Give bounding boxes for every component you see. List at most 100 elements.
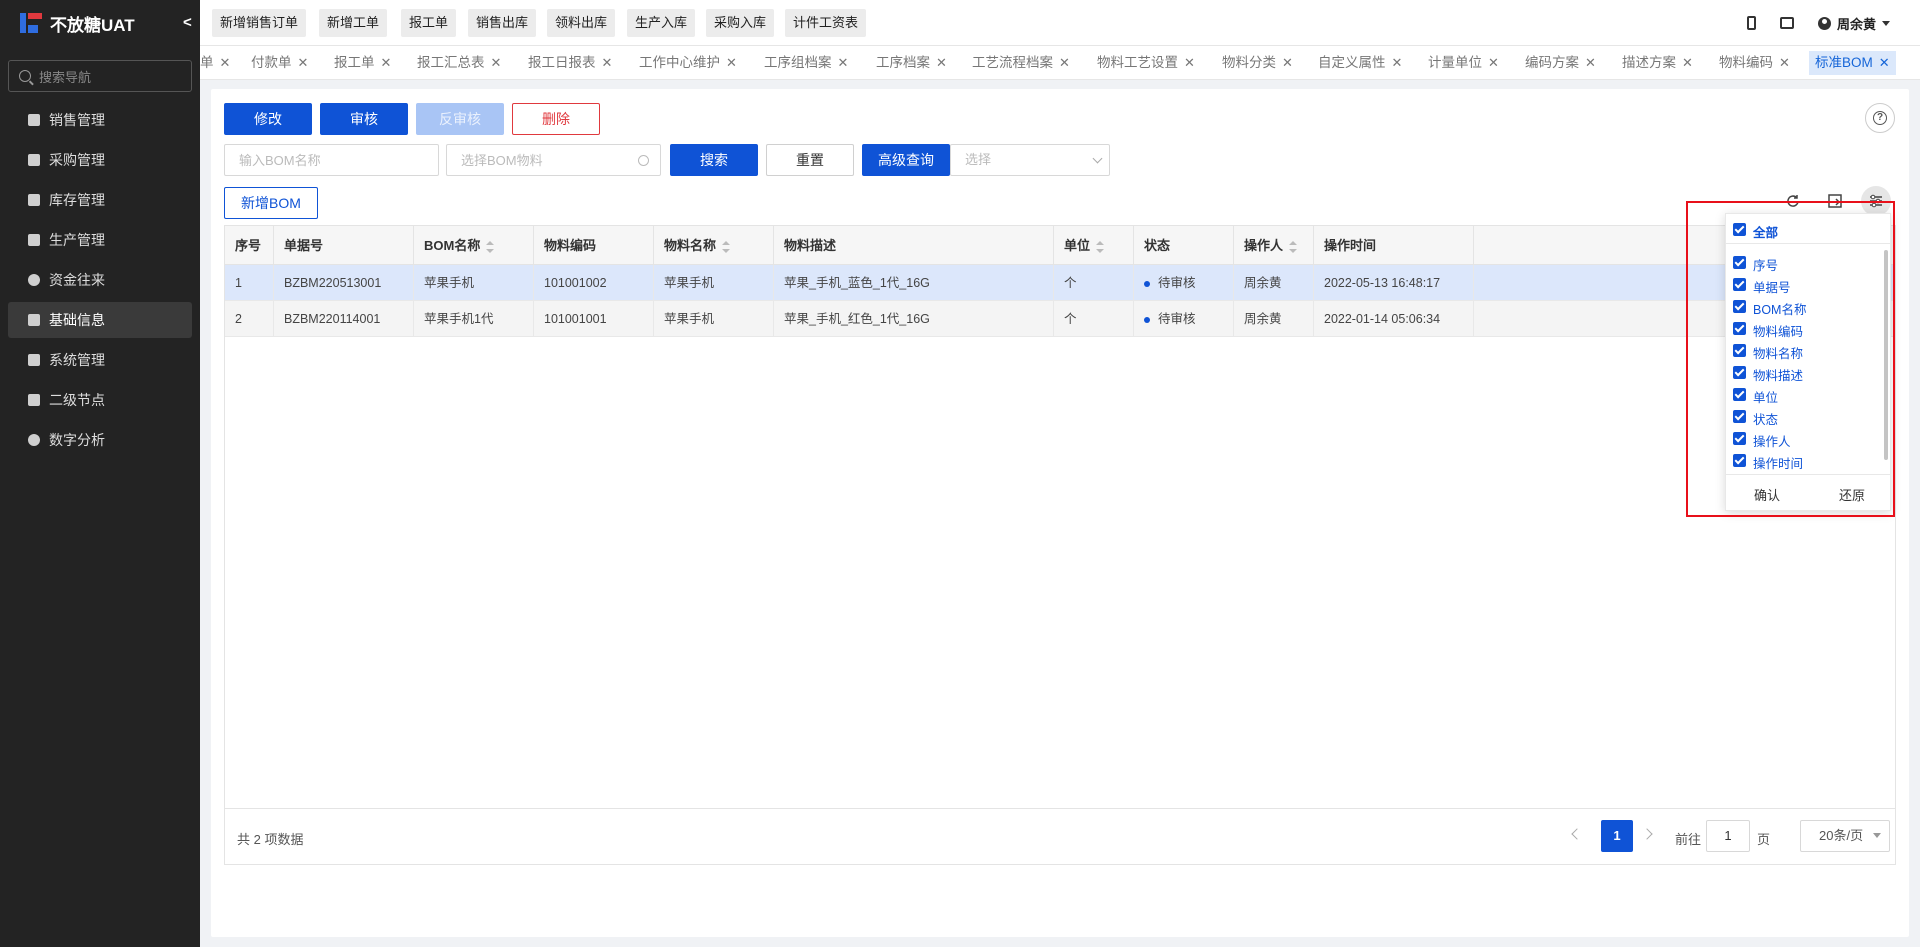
close-icon[interactable]: ✕ xyxy=(1059,55,1070,70)
apps-icon xyxy=(28,354,40,366)
col-header: 状态 xyxy=(1134,226,1234,265)
cell-operator: 周余黄 xyxy=(1234,265,1314,301)
condition-select[interactable]: 选择 xyxy=(950,144,1110,176)
edit-button[interactable]: 修改 xyxy=(224,103,312,135)
tab-item[interactable]: 单 ✕ xyxy=(200,51,236,75)
sidebar-item-sales[interactable]: 销售管理 xyxy=(8,102,192,138)
new-bom-button[interactable]: 新增BOM xyxy=(224,187,318,219)
chevron-left-icon[interactable] xyxy=(1571,828,1583,840)
sort-icon[interactable] xyxy=(722,240,731,253)
top-bar: 新增销售订单 新增工单 报工单 销售出库 领料出库 生产入库 采购入库 计件工资… xyxy=(200,0,1920,46)
mobile-icon[interactable] xyxy=(1746,16,1756,30)
quick-piece-wage-button[interactable]: 计件工资表 xyxy=(785,9,867,37)
help-icon: ? xyxy=(1873,111,1887,125)
quick-purchase-in-button[interactable]: 采购入库 xyxy=(706,9,775,37)
tab-item[interactable]: 报工单 ✕ xyxy=(328,51,397,75)
close-icon[interactable]: ✕ xyxy=(1488,55,1499,70)
tab-item[interactable]: 物料工艺设置 ✕ xyxy=(1091,51,1201,75)
sidebar-item-funds[interactable]: 资金往来 xyxy=(8,262,192,298)
bom-name-input[interactable] xyxy=(224,144,439,176)
tab-item[interactable]: 报工汇总表 ✕ xyxy=(411,51,507,75)
close-icon[interactable]: ✕ xyxy=(1282,55,1293,70)
tab-item[interactable]: 工序档案 ✕ xyxy=(870,51,953,75)
tab-item[interactable]: 自定义属性 ✕ xyxy=(1312,51,1408,75)
unapprove-button[interactable]: 反审核 xyxy=(416,103,504,135)
quick-material-out-button[interactable]: 领料出库 xyxy=(547,9,616,37)
sidebar-item-label: 基础信息 xyxy=(49,312,105,328)
bom-material-input[interactable] xyxy=(446,144,661,176)
sort-icon[interactable] xyxy=(1096,240,1105,253)
sidebar-item-system[interactable]: 系统管理 xyxy=(8,342,192,378)
close-icon[interactable]: ✕ xyxy=(1585,55,1596,70)
cell-bom-name: 苹果手机1代 xyxy=(414,301,534,337)
page-number-current[interactable]: 1 xyxy=(1601,820,1633,852)
sidebar-item-secondary-node[interactable]: 二级节点 xyxy=(8,382,192,418)
user-menu[interactable]: 周余黄 xyxy=(1817,14,1890,33)
search-icon xyxy=(19,70,31,82)
col-header-sortable[interactable]: 单位 xyxy=(1054,226,1134,265)
quick-new-work-order-button[interactable]: 新增工单 xyxy=(319,9,388,37)
close-icon[interactable]: ✕ xyxy=(1779,55,1790,70)
close-icon[interactable]: ✕ xyxy=(936,55,947,70)
search-button[interactable]: 搜索 xyxy=(670,144,758,176)
approve-button[interactable]: 审核 xyxy=(320,103,408,135)
tab-item[interactable]: 描述方案 ✕ xyxy=(1616,51,1699,75)
close-icon[interactable]: ✕ xyxy=(1879,55,1890,70)
pie-chart-icon xyxy=(28,434,40,446)
close-icon[interactable]: ✕ xyxy=(298,55,309,70)
col-header-sortable[interactable]: BOM名称 xyxy=(414,226,534,265)
tab-item[interactable]: 物料编码 ✕ xyxy=(1713,51,1796,75)
sort-icon[interactable] xyxy=(486,240,495,253)
close-icon[interactable]: ✕ xyxy=(491,55,502,70)
close-icon[interactable]: ✕ xyxy=(1682,55,1693,70)
page-size-select[interactable]: 20条/页 xyxy=(1800,820,1890,852)
sort-icon[interactable] xyxy=(1289,240,1298,253)
tab-item[interactable]: 工艺流程档案 ✕ xyxy=(966,51,1076,75)
tab-item[interactable]: 工序组档案 ✕ xyxy=(758,51,854,75)
close-icon[interactable]: ✕ xyxy=(1392,55,1403,70)
quick-sales-out-button[interactable]: 销售出库 xyxy=(468,9,537,37)
close-icon[interactable]: ✕ xyxy=(726,55,737,70)
reset-button[interactable]: 重置 xyxy=(766,144,854,176)
main-panel: 修改 审核 反审核 删除 ? 搜索 重置 高级查询 选择 新增BOM 序号 单据… xyxy=(211,89,1909,937)
chevron-down-icon xyxy=(1873,833,1881,838)
collapse-sidebar-icon[interactable]: < xyxy=(183,14,192,31)
quick-work-report-button[interactable]: 报工单 xyxy=(401,9,457,37)
sidebar-item-basic-info[interactable]: 基础信息 xyxy=(8,302,192,338)
cell-operator: 周余黄 xyxy=(1234,301,1314,337)
table-row[interactable]: 2 BZBM220114001 苹果手机1代 101001001 苹果手机 苹果… xyxy=(225,301,1895,337)
tab-item[interactable]: 物料分类 ✕ xyxy=(1216,51,1299,75)
chevron-right-icon[interactable] xyxy=(1641,828,1653,840)
close-icon[interactable]: ✕ xyxy=(838,55,849,70)
table-row[interactable]: 1 BZBM220513001 苹果手机 101001002 苹果手机 苹果_手… xyxy=(225,265,1895,301)
close-icon[interactable]: ✕ xyxy=(220,55,231,70)
goto-page-input[interactable]: 1 xyxy=(1706,820,1750,852)
tab-item[interactable]: 编码方案 ✕ xyxy=(1519,51,1602,75)
delete-button[interactable]: 删除 xyxy=(512,103,600,135)
sidebar-item-analytics[interactable]: 数字分析 xyxy=(8,422,192,458)
close-icon[interactable]: ✕ xyxy=(1184,55,1195,70)
col-header-sortable[interactable]: 物料名称 xyxy=(654,226,774,265)
sidebar-item-purchase[interactable]: 采购管理 xyxy=(8,142,192,178)
tab-item[interactable]: 付款单 ✕ xyxy=(245,51,314,75)
nav-search-input[interactable]: 搜索导航 xyxy=(8,60,192,92)
close-icon[interactable]: ✕ xyxy=(381,55,392,70)
sidebar-item-production[interactable]: 生产管理 xyxy=(8,222,192,258)
tab-item[interactable]: 报工日报表 ✕ xyxy=(522,51,618,75)
select-material-icon[interactable] xyxy=(638,155,649,166)
tab-item[interactable]: 工作中心维护 ✕ xyxy=(633,51,743,75)
col-header-sortable[interactable]: 操作人 xyxy=(1234,226,1314,265)
total-count: 共 2 项数据 xyxy=(237,832,304,847)
tab-item[interactable]: 计量单位 ✕ xyxy=(1422,51,1505,75)
help-button[interactable]: ? xyxy=(1865,103,1895,133)
sidebar-item-label: 生产管理 xyxy=(49,232,105,248)
quick-new-sales-order-button[interactable]: 新增销售订单 xyxy=(212,9,307,37)
cell-material-desc: 苹果_手机_红色_1代_16G xyxy=(774,301,1054,337)
quick-production-in-button[interactable]: 生产入库 xyxy=(627,9,696,37)
close-icon[interactable]: ✕ xyxy=(602,55,613,70)
fullscreen-icon[interactable] xyxy=(1779,17,1794,29)
advanced-search-button[interactable]: 高级查询 xyxy=(862,144,950,176)
tab-label: 付款单 xyxy=(251,55,292,70)
tab-item-active[interactable]: 标准BOM ✕ xyxy=(1809,51,1896,75)
sidebar-item-inventory[interactable]: 库存管理 xyxy=(8,182,192,218)
